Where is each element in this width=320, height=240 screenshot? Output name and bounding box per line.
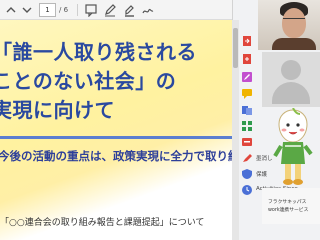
scrollbar[interactable] <box>232 20 239 240</box>
nav-down-icon[interactable] <box>20 3 34 17</box>
presenter-glasses <box>283 18 305 23</box>
nav-up-icon[interactable] <box>4 3 18 17</box>
toolbar-divider <box>77 4 78 16</box>
avatar-body-icon <box>272 82 310 104</box>
slide-subtitle: 今後の活動の重点は、政策実現に全力で取り組みます。 <box>0 149 232 163</box>
slide-title-line-2: ことのない社会」の <box>0 69 177 93</box>
slide-content: 「誰一人取り残される ことのない社会」の 実現に向けて 今後の活動の重点は、政策… <box>0 20 232 240</box>
mascot-character <box>273 108 313 186</box>
slide-divider <box>0 136 232 139</box>
screen: 1 / 6 「誰一人取り残される ことのない社会」の 実現に向けて 今後の活動の… <box>0 0 320 240</box>
sign-tool-icon[interactable] <box>141 3 155 17</box>
export-pdf-icon[interactable] <box>241 35 253 47</box>
pdf-viewer: 1 / 6 「誰一人取り残される ことのない社会」の 実現に向けて 今後の活動の… <box>0 0 232 240</box>
protect-icon[interactable] <box>241 168 253 180</box>
presenter-body <box>272 38 316 50</box>
page-total-label: / 6 <box>59 6 69 14</box>
pdf-toolbar: 1 / 6 <box>0 0 232 20</box>
caption-line-1: フラクサキッパス <box>268 200 307 205</box>
comment-icon[interactable] <box>241 88 253 100</box>
presenter-face <box>282 8 306 38</box>
slide-title-line-1: 「誰一人取り残される <box>0 40 197 64</box>
tool-label-protect[interactable]: 保護 <box>256 170 267 178</box>
presenter-video <box>258 0 320 50</box>
tool-label-redact[interactable]: 墨消し <box>256 154 273 162</box>
caption-line-2: work連携サービス <box>268 208 309 213</box>
slide-title-line-3: 実現に向けて <box>0 98 115 122</box>
comment-tool-icon[interactable] <box>84 3 98 17</box>
create-pdf-icon[interactable] <box>241 53 253 65</box>
organize-pages-icon[interactable] <box>241 120 253 132</box>
slide-footnote: 「○○連合会の取り組み報告と課題提起」について <box>0 218 205 228</box>
highlight-tool-icon[interactable] <box>122 3 136 17</box>
participant-avatar-tile <box>262 52 320 107</box>
activities-icon[interactable] <box>241 184 253 196</box>
scrollbar-thumb[interactable] <box>233 28 238 68</box>
pen-tool-icon[interactable] <box>103 3 117 17</box>
combine-files-icon[interactable] <box>241 104 253 116</box>
avatar-head-icon <box>281 60 301 80</box>
redact-icon[interactable] <box>241 152 253 164</box>
page-number-input[interactable]: 1 <box>39 3 56 17</box>
edit-pdf-icon[interactable] <box>241 71 253 83</box>
scan-icon[interactable] <box>241 136 253 148</box>
